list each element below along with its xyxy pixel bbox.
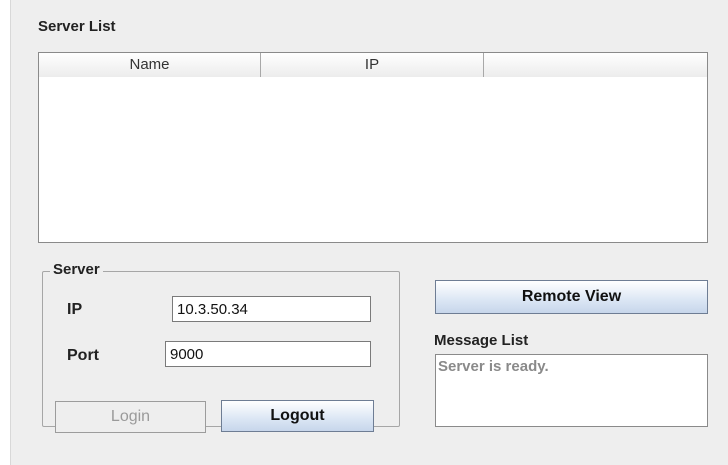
port-label: Port (67, 347, 99, 364)
ip-input[interactable] (172, 296, 371, 322)
ip-label: IP (67, 301, 83, 318)
message-text: Server is ready. (438, 358, 549, 375)
remote-view-button[interactable]: Remote View (435, 280, 708, 314)
server-group-legend: Server (50, 261, 103, 278)
port-input[interactable] (165, 341, 371, 367)
message-list-box[interactable]: Server is ready. (435, 354, 708, 427)
logout-button[interactable]: Logout (221, 400, 374, 432)
server-list-table[interactable]: Name IP (38, 52, 708, 243)
server-list-title: Server List (38, 18, 116, 35)
column-header-name[interactable]: Name (39, 53, 261, 77)
login-button[interactable]: Login (55, 401, 206, 433)
message-list-title: Message List (434, 332, 529, 349)
column-header-ip[interactable]: IP (261, 53, 484, 77)
column-header-extra[interactable] (484, 53, 707, 77)
table-header: Name IP (39, 53, 707, 77)
